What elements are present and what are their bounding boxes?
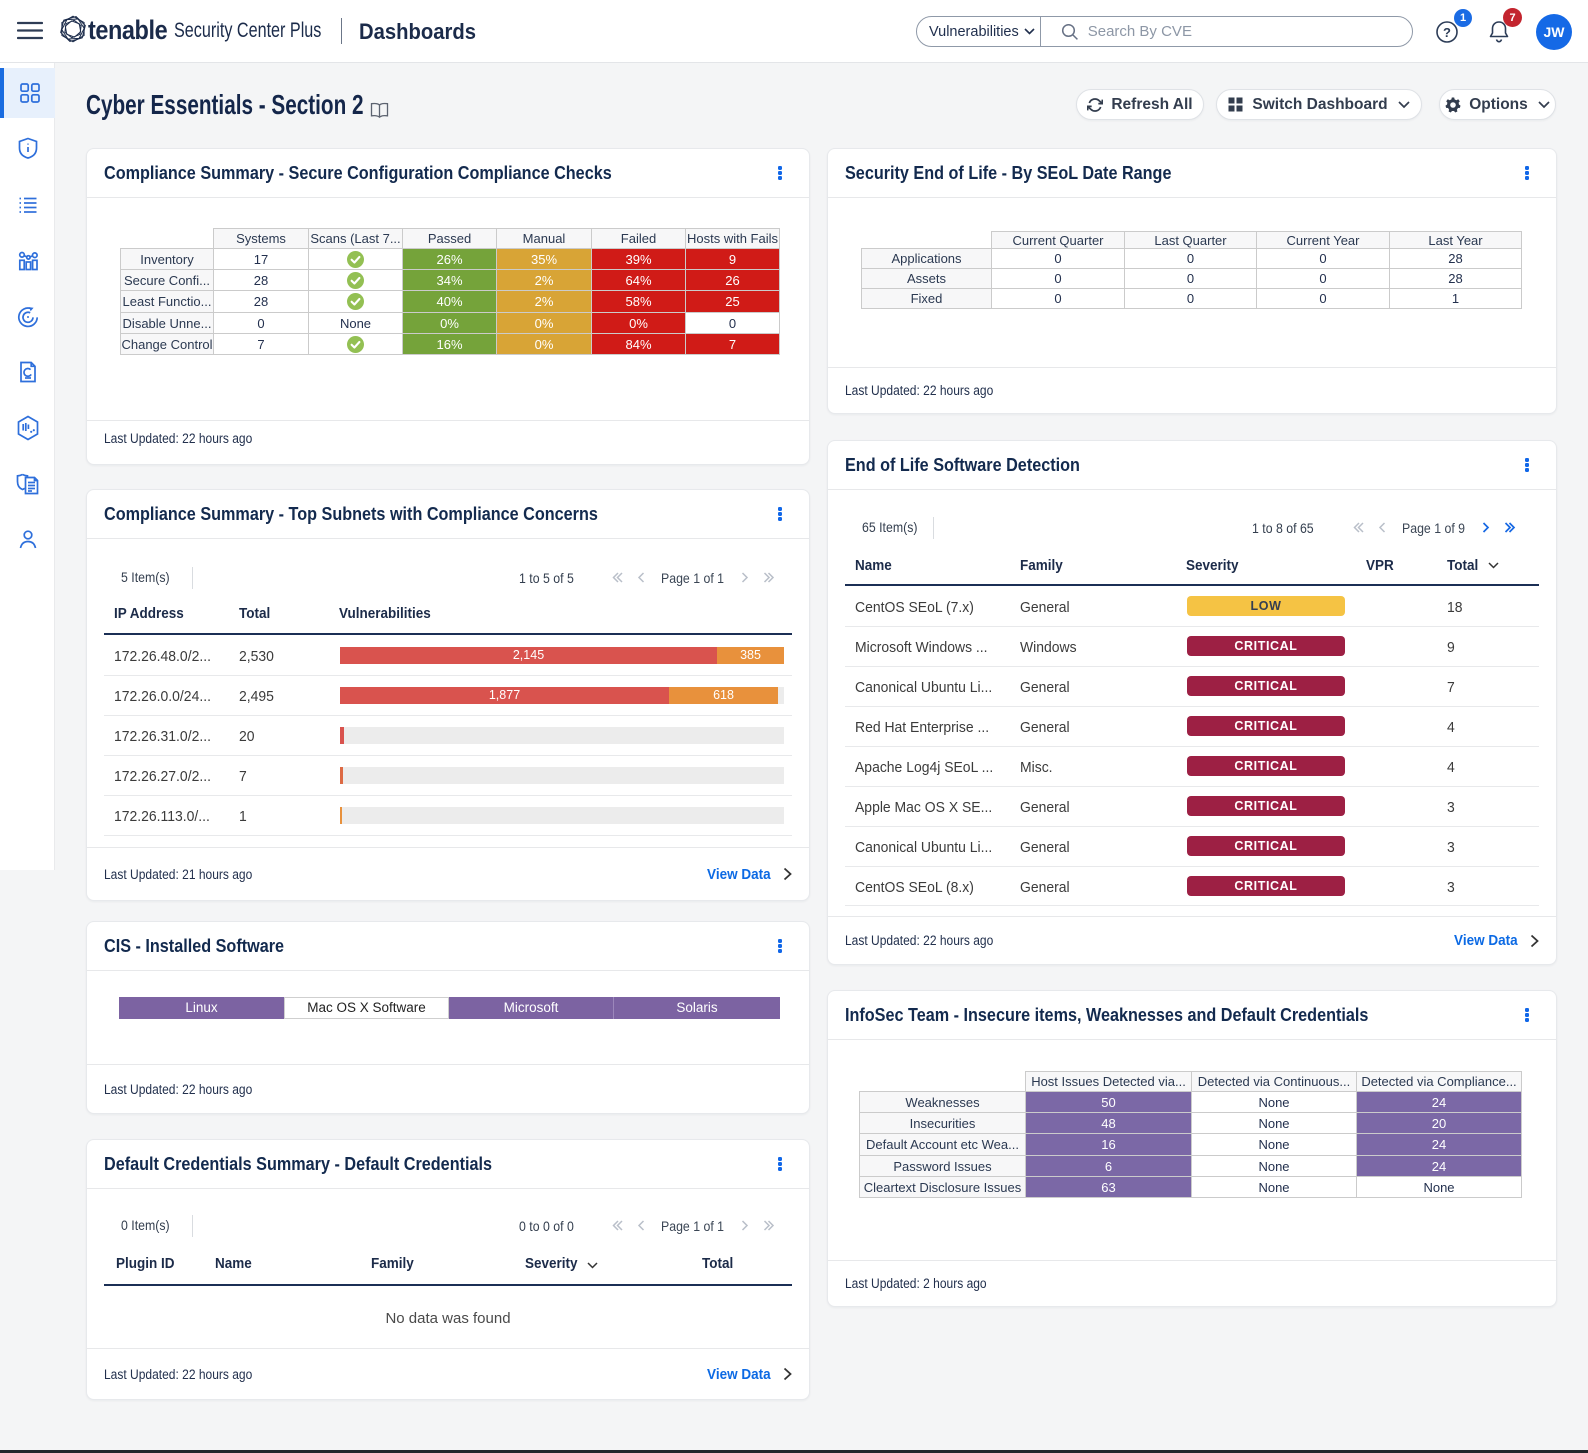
svg-text:?: ? xyxy=(1443,25,1451,40)
